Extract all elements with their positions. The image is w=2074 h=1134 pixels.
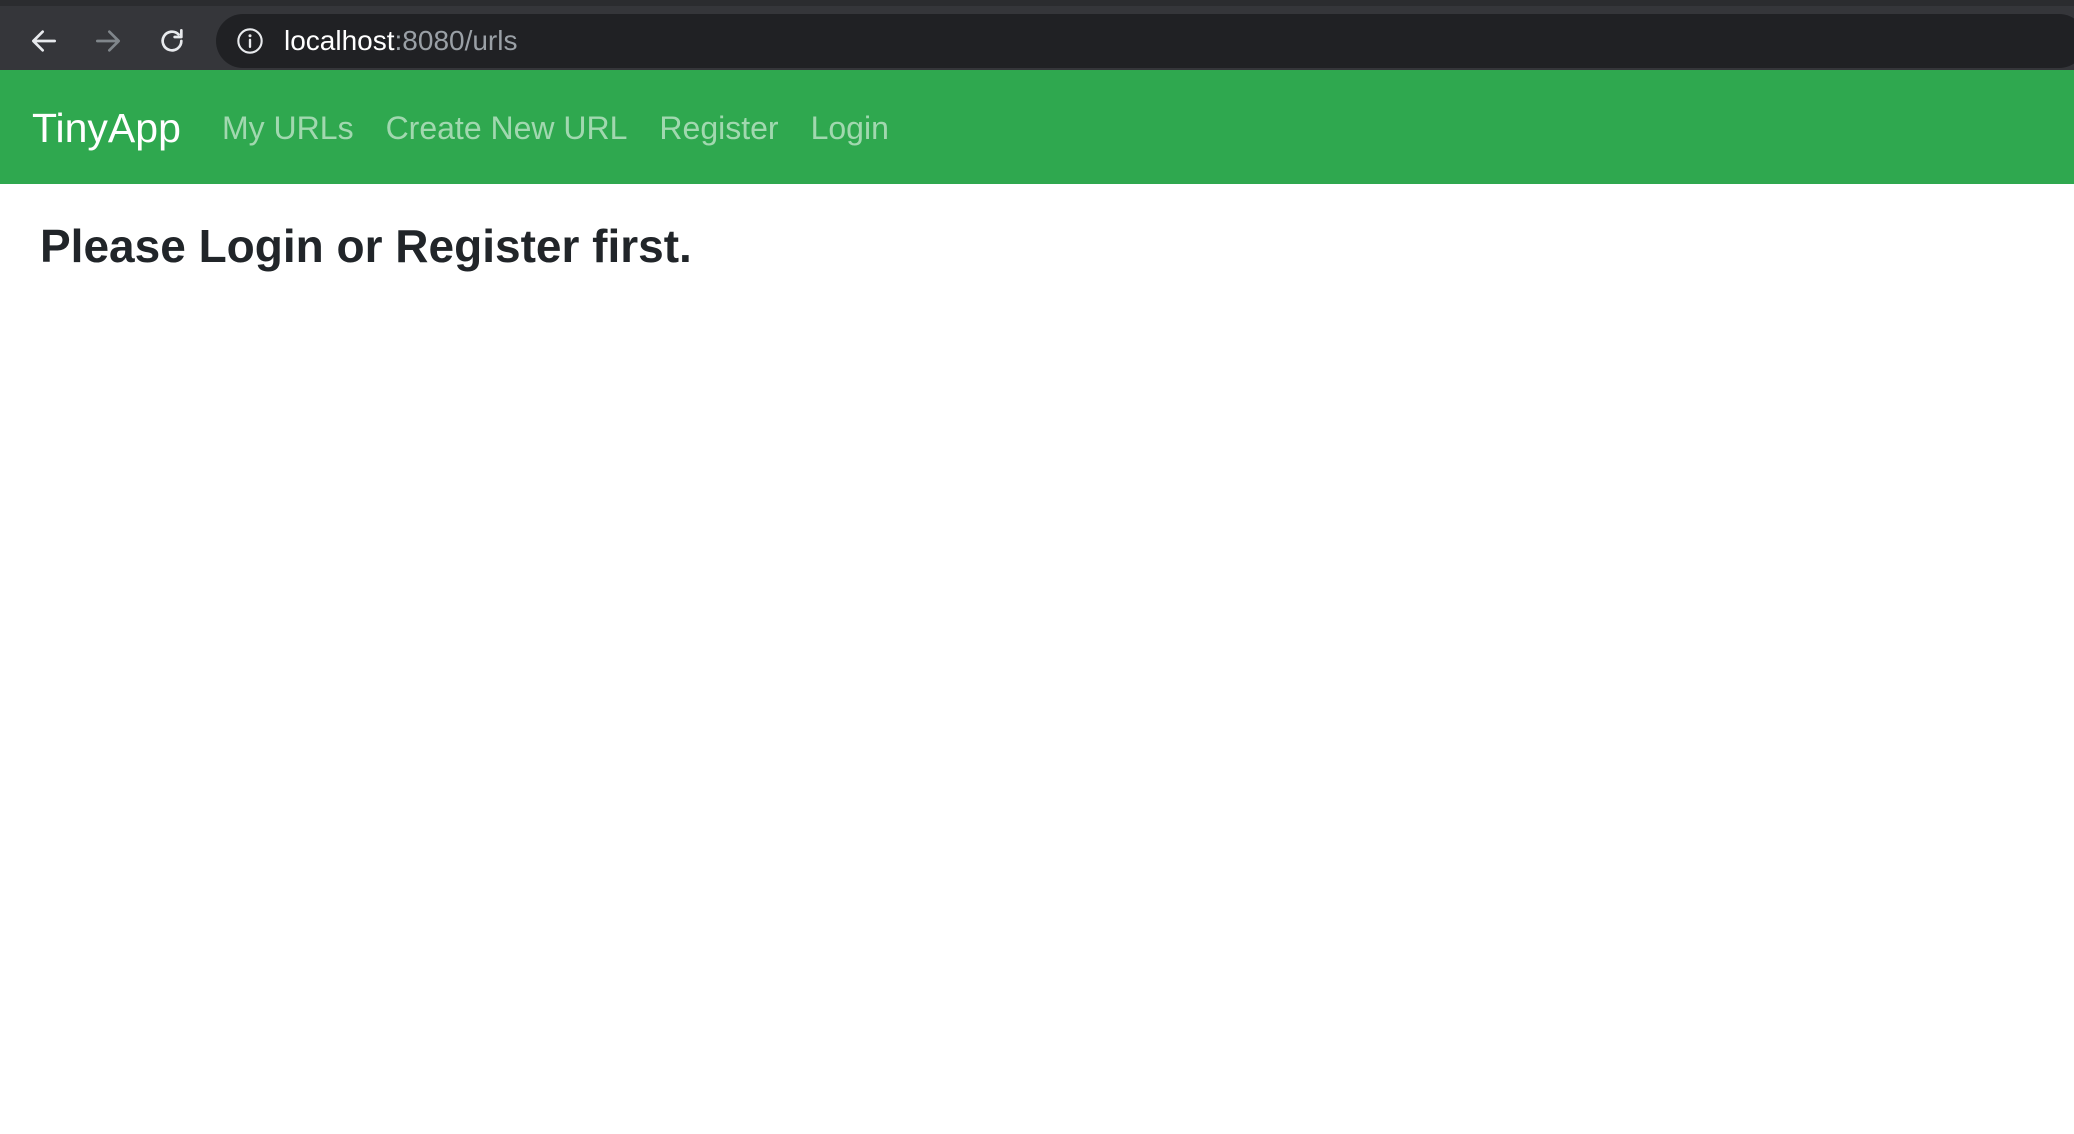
back-arrow-icon bbox=[32, 30, 56, 52]
info-icon[interactable] bbox=[236, 27, 264, 55]
reload-icon bbox=[161, 29, 183, 52]
forward-arrow-icon bbox=[96, 30, 120, 52]
address-bar[interactable]: localhost:8080/urls bbox=[216, 14, 2074, 68]
url-text[interactable]: localhost:8080/urls bbox=[284, 26, 517, 56]
nav-link-login[interactable]: Login bbox=[811, 108, 889, 148]
navbar: TinyApp My URLs Create New URL Register … bbox=[0, 70, 2074, 184]
nav-link-my-urls[interactable]: My URLs bbox=[222, 108, 354, 148]
forward-button[interactable] bbox=[86, 19, 130, 63]
nav-link-create-new-url[interactable]: Create New URL bbox=[386, 108, 628, 148]
page-heading: Please Login or Register first. bbox=[40, 220, 692, 272]
nav-links: My URLs Create New URL Register Login bbox=[222, 108, 889, 148]
reload-button[interactable] bbox=[150, 19, 194, 63]
url-host: localhost bbox=[284, 25, 395, 56]
browser-toolbar: localhost:8080/urls bbox=[0, 0, 2074, 70]
back-button[interactable] bbox=[22, 19, 66, 63]
brand-link[interactable]: TinyApp bbox=[32, 104, 181, 152]
nav-link-register[interactable]: Register bbox=[659, 108, 778, 148]
url-path: :8080/urls bbox=[394, 25, 518, 56]
